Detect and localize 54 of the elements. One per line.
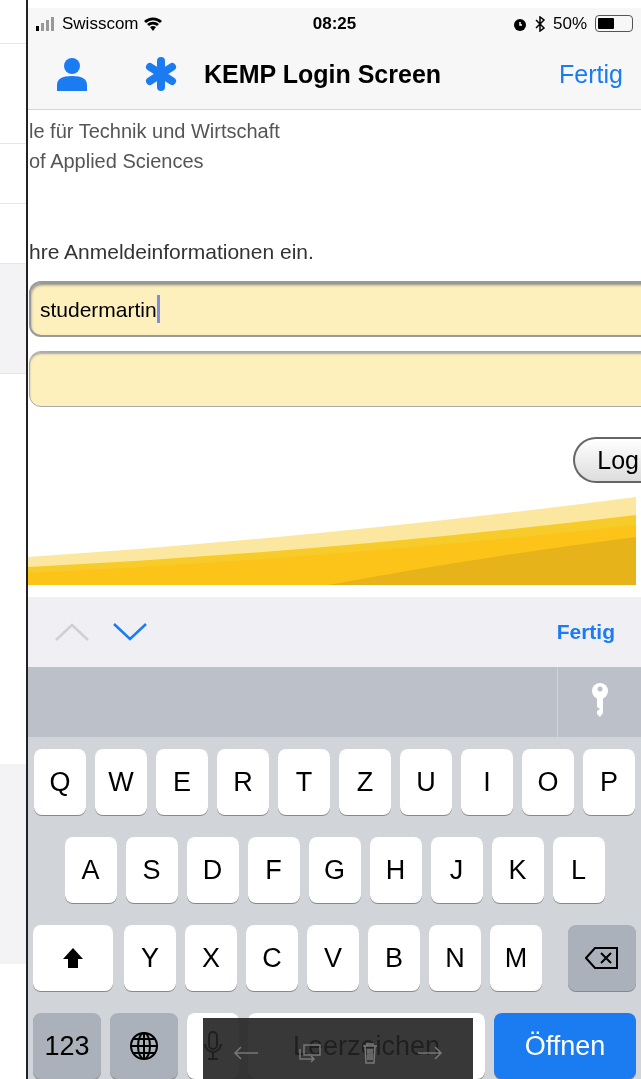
keyboard-key[interactable]: B <box>368 925 420 991</box>
keyboard-key[interactable]: I <box>461 749 513 815</box>
keyboard-key[interactable]: J <box>430 837 483 903</box>
keyboard-key[interactable]: G <box>308 837 361 903</box>
battery-percent: 50% <box>552 13 587 36</box>
open-button[interactable]: Öffnen <box>494 1013 636 1079</box>
keyboard-key[interactable]: S <box>125 837 178 903</box>
numbers-key[interactable]: 123 <box>33 1013 101 1079</box>
asterisk-icon[interactable] <box>144 57 178 92</box>
keyboard-key[interactable]: D <box>186 837 239 903</box>
login-button[interactable]: Log <box>573 437 641 484</box>
alarm-icon <box>512 16 527 31</box>
done-button[interactable]: Fertig <box>556 616 615 648</box>
shift-key[interactable] <box>33 925 113 991</box>
keyboard-key[interactable]: O <box>522 749 574 815</box>
carrier-name: Swisscom <box>62 13 139 36</box>
keyboard-key[interactable]: X <box>185 925 237 991</box>
keyboard-key[interactable]: C <box>246 925 298 991</box>
keyboard-key[interactable]: M <box>490 925 542 991</box>
globe-key[interactable] <box>110 1013 178 1079</box>
input-field[interactable] <box>29 351 641 408</box>
arrow-left-icon[interactable] <box>232 1046 259 1060</box>
input-field[interactable]: studermartin <box>29 281 641 338</box>
keyboard-key[interactable]: U <box>400 749 452 815</box>
backspace-icon <box>585 947 619 969</box>
keyboard-key[interactable]: K <box>491 837 544 903</box>
keyboard-key[interactable]: R <box>217 749 269 815</box>
keyboard-key[interactable]: H <box>369 837 422 903</box>
keyboard-key[interactable]: A <box>64 837 117 903</box>
keyboard-key[interactable]: F <box>247 837 300 903</box>
keyboard-key[interactable]: Z <box>339 749 391 815</box>
bluetooth-icon <box>534 15 545 32</box>
wifi-icon <box>142 16 163 32</box>
keyboard-key[interactable]: P <box>583 749 635 815</box>
done-button[interactable]: Fertig <box>559 55 623 94</box>
instruction-text: hre Anmeldeinformationen ein. <box>28 238 315 265</box>
globe-icon <box>129 1031 159 1061</box>
keyboard-key[interactable]: T <box>278 749 330 815</box>
keyboard-key[interactable]: N <box>429 925 481 991</box>
delete-key[interactable] <box>568 925 636 991</box>
keyboard-key[interactable]: V <box>307 925 359 991</box>
keyboard-key[interactable]: Q <box>34 749 86 815</box>
status-time: 08:25 <box>311 13 358 36</box>
header-text: of Applied Sciences <box>29 148 205 174</box>
keyboard-key[interactable]: Y <box>124 925 176 991</box>
keyboard-key[interactable]: E <box>156 749 208 815</box>
nav-title: KEMP Login Screen <box>204 58 443 90</box>
keyboard-key[interactable]: W <box>95 749 147 815</box>
battery-icon <box>595 15 633 33</box>
chevron-down-icon[interactable] <box>112 622 148 643</box>
keyboard-key[interactable]: L <box>552 837 605 903</box>
header-text: le für Technik und Wirtschaft <box>29 118 281 144</box>
shift-icon <box>61 946 85 970</box>
person-icon[interactable] <box>56 57 88 92</box>
